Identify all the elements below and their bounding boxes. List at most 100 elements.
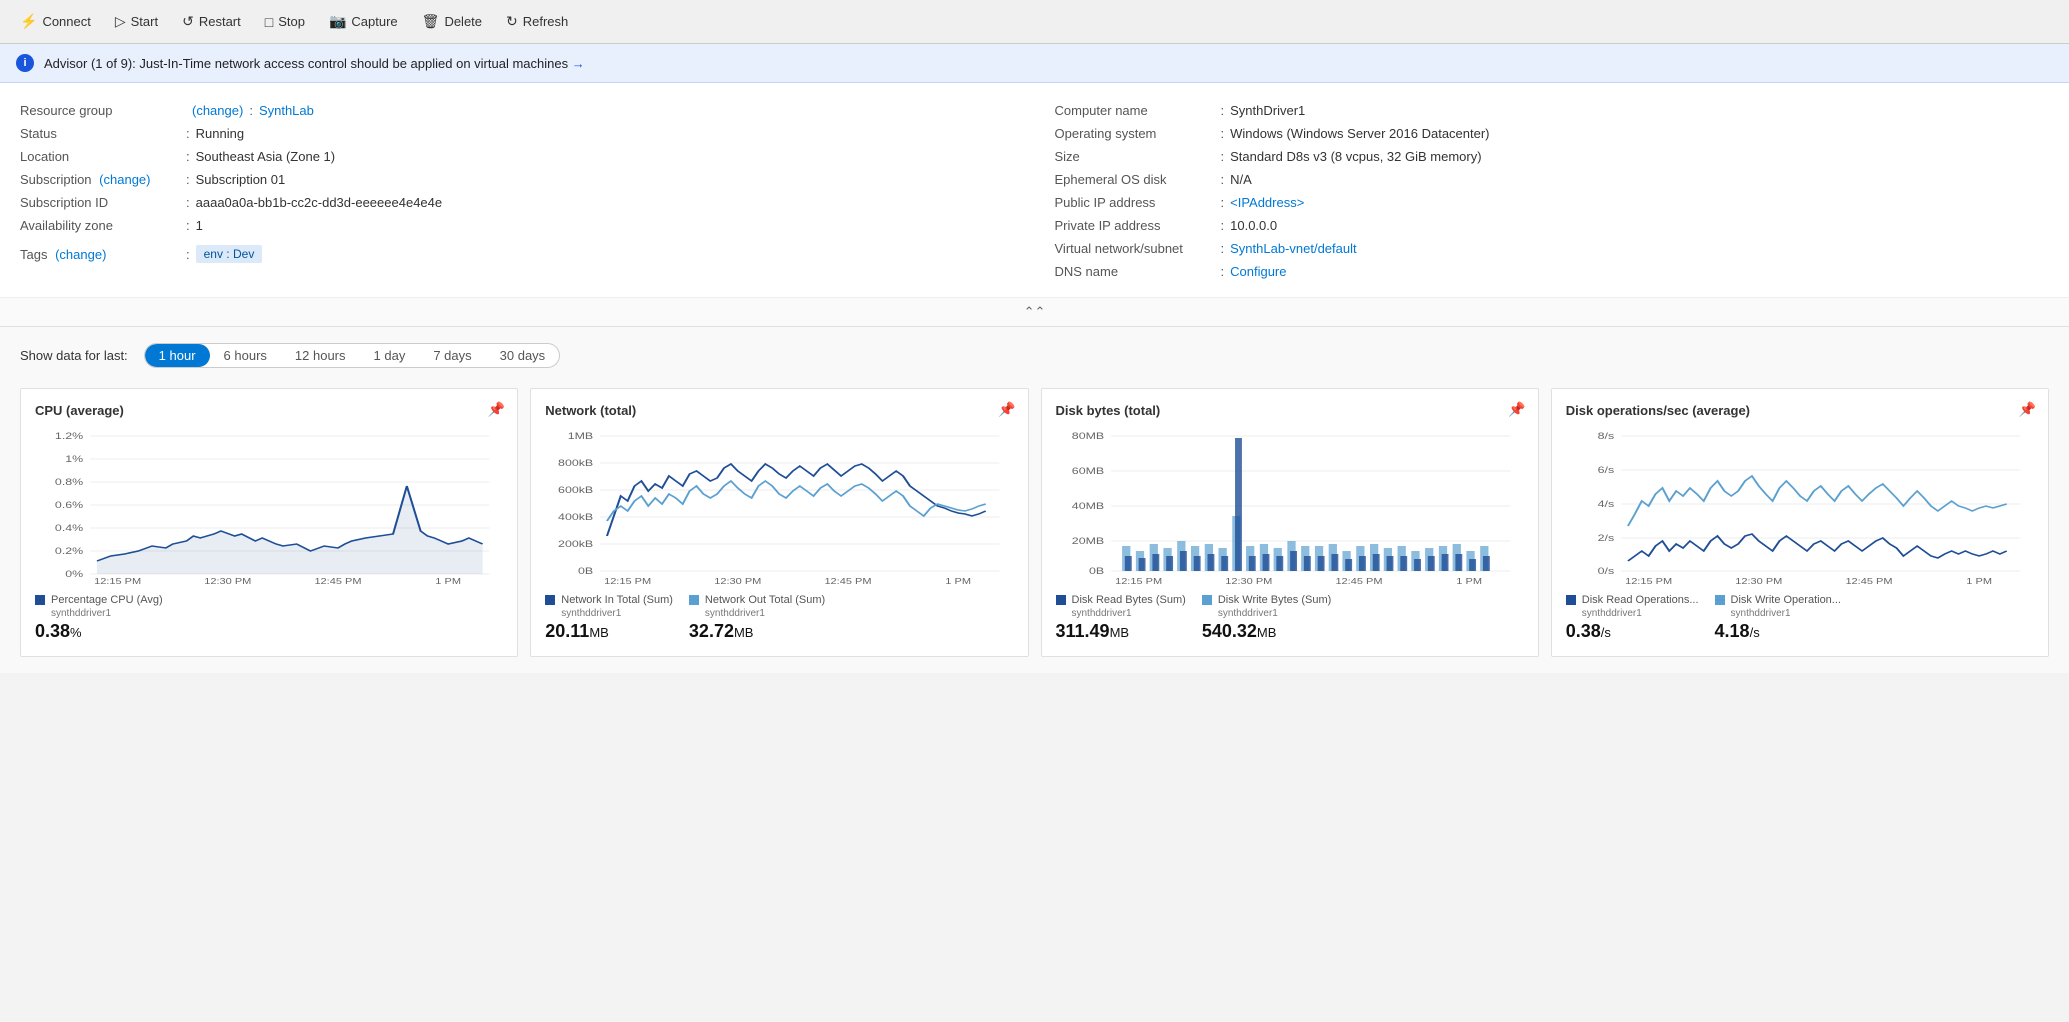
- subscription-label: Subscription (change): [20, 172, 180, 187]
- disk-write-bytes-legend: Disk Write Bytes (Sum) synthddriver1 540…: [1202, 594, 1331, 642]
- subscription-row: Subscription (change) : Subscription 01: [20, 172, 1015, 187]
- time-pill-1hour[interactable]: 1 hour: [145, 344, 210, 367]
- svg-text:1 PM: 1 PM: [435, 577, 461, 586]
- network-chart-area: 1MB 800kB 600kB 400kB 200kB 0B 12:15 PM …: [545, 426, 1013, 586]
- svg-text:1 PM: 1 PM: [1966, 577, 1992, 586]
- svg-text:40MB: 40MB: [1071, 502, 1103, 512]
- svg-text:12:15 PM: 12:15 PM: [94, 577, 141, 586]
- public-ip-value[interactable]: <IPAddress>: [1230, 195, 1304, 210]
- subscription-value: Subscription 01: [196, 172, 286, 187]
- private-ip-row: Private IP address : 10.0.0.0: [1055, 218, 2050, 233]
- svg-text:12:45 PM: 12:45 PM: [314, 577, 361, 586]
- capture-button[interactable]: 📷 Capture: [319, 8, 408, 35]
- resource-group-label: Resource group: [20, 103, 180, 118]
- resource-group-value[interactable]: SynthLab: [259, 103, 314, 118]
- cpu-pin-icon[interactable]: 📌: [488, 401, 505, 418]
- stop-button[interactable]: □ Stop: [255, 9, 315, 35]
- svg-text:12:15 PM: 12:15 PM: [1625, 577, 1672, 586]
- location-row: Location : Southeast Asia (Zone 1): [20, 149, 1015, 164]
- disk-bytes-chart-footer: Disk Read Bytes (Sum) synthddriver1 311.…: [1056, 594, 1524, 642]
- start-button[interactable]: ▷ Start: [105, 8, 168, 35]
- svg-text:4/s: 4/s: [1597, 500, 1614, 510]
- subscription-change-link[interactable]: (change): [99, 172, 150, 187]
- svg-text:0.4%: 0.4%: [55, 524, 84, 534]
- disk-bytes-pin-icon[interactable]: 📌: [1508, 401, 1525, 418]
- advisor-link[interactable]: →: [572, 56, 585, 71]
- disk-write-label: Disk Write Bytes (Sum): [1218, 594, 1331, 606]
- svg-text:0.6%: 0.6%: [55, 501, 84, 511]
- connect-icon: ⚡: [20, 13, 37, 30]
- collapse-bar[interactable]: ⌃⌃: [0, 297, 2069, 326]
- svg-text:1 PM: 1 PM: [946, 577, 972, 586]
- cpu-chart-title: CPU (average): [35, 403, 503, 418]
- size-row: Size : Standard D8s v3 (8 vcpus, 32 GiB …: [1055, 149, 2050, 164]
- vnet-value[interactable]: SynthLab-vnet/default: [1230, 241, 1356, 256]
- svg-text:200kB: 200kB: [558, 540, 593, 550]
- svg-text:0.8%: 0.8%: [55, 478, 84, 488]
- disk-write-ops-legend: Disk Write Operation... synthddriver1 4.…: [1715, 594, 1841, 642]
- show-data-label: Show data for last:: [20, 348, 128, 363]
- subscription-id-row: Subscription ID : aaaa0a0a-bb1b-cc2c-dd3…: [20, 195, 1015, 210]
- svg-text:12:30 PM: 12:30 PM: [1225, 577, 1272, 586]
- svg-text:12:45 PM: 12:45 PM: [825, 577, 872, 586]
- time-pill-1day[interactable]: 1 day: [360, 344, 420, 367]
- tags-change-link[interactable]: (change): [55, 247, 106, 262]
- svg-text:12:45 PM: 12:45 PM: [1845, 577, 1892, 586]
- network-out-legend: Network Out Total (Sum) synthddriver1 32…: [689, 594, 825, 642]
- svg-text:1%: 1%: [65, 455, 83, 465]
- connect-button[interactable]: ⚡ Connect: [10, 8, 101, 35]
- cpu-legend-swatch: [35, 595, 45, 605]
- disk-write-ops-sublabel: synthddriver1: [1731, 608, 1841, 619]
- status-label: Status: [20, 126, 180, 141]
- cpu-legend-item: Percentage CPU (Avg) synthddriver1 0.38%: [35, 594, 163, 642]
- svg-text:0B: 0B: [1089, 567, 1104, 577]
- network-chart-footer: Network In Total (Sum) synthddriver1 20.…: [545, 594, 1013, 642]
- availability-zone-label: Availability zone: [20, 218, 180, 233]
- disk-write-sublabel: synthddriver1: [1218, 608, 1331, 619]
- time-pill-6hours[interactable]: 6 hours: [210, 344, 281, 367]
- svg-text:800kB: 800kB: [558, 459, 593, 469]
- subscription-id-value: aaaa0a0a-bb1b-cc2c-dd3d-eeeeee4e4e4e: [196, 195, 443, 210]
- disk-ops-chart-title: Disk operations/sec (average): [1566, 403, 2034, 418]
- resource-group-change-link[interactable]: (change): [192, 103, 243, 118]
- restart-icon: ↺: [182, 13, 194, 30]
- public-ip-label: Public IP address: [1055, 195, 1215, 210]
- svg-text:2/s: 2/s: [1597, 534, 1614, 544]
- disk-read-ops-swatch: [1566, 595, 1576, 605]
- public-ip-row: Public IP address : <IPAddress>: [1055, 195, 2050, 210]
- info-left-col: Resource group (change) : SynthLab Statu…: [20, 103, 1015, 287]
- svg-text:0/s: 0/s: [1597, 567, 1614, 577]
- disk-write-ops-label: Disk Write Operation...: [1731, 594, 1841, 606]
- disk-write-value: 540.32MB: [1202, 621, 1331, 642]
- svg-text:12:30 PM: 12:30 PM: [1735, 577, 1782, 586]
- svg-text:20MB: 20MB: [1071, 537, 1103, 547]
- delete-button[interactable]: 🗑 Delete: [412, 8, 492, 35]
- availability-zone-row: Availability zone : 1: [20, 218, 1015, 233]
- svg-text:600kB: 600kB: [558, 486, 593, 496]
- disk-read-ops-sublabel: synthddriver1: [1582, 608, 1699, 619]
- capture-icon: 📷: [329, 13, 346, 30]
- subscription-id-label: Subscription ID: [20, 195, 180, 210]
- time-pill-7days[interactable]: 7 days: [419, 344, 485, 367]
- cpu-legend-value: 0.38%: [35, 621, 163, 642]
- delete-icon: 🗑: [422, 13, 440, 30]
- disk-read-ops-value: 0.38/s: [1566, 621, 1699, 642]
- stop-icon: □: [265, 14, 273, 30]
- advisor-banner: i Advisor (1 of 9): Just-In-Time network…: [0, 44, 2069, 83]
- ephemeral-row: Ephemeral OS disk : N/A: [1055, 172, 2050, 187]
- disk-ops-pin-icon[interactable]: 📌: [2019, 401, 2036, 418]
- size-label: Size: [1055, 149, 1215, 164]
- os-row: Operating system : Windows (Windows Serv…: [1055, 126, 2050, 141]
- time-pill-12hours[interactable]: 12 hours: [281, 344, 360, 367]
- dns-value[interactable]: Configure: [1230, 264, 1286, 279]
- os-label: Operating system: [1055, 126, 1215, 141]
- time-pill-30days[interactable]: 30 days: [486, 344, 560, 367]
- svg-text:80MB: 80MB: [1071, 432, 1103, 442]
- network-in-value: 20.11MB: [545, 621, 673, 642]
- svg-text:60MB: 60MB: [1071, 467, 1103, 477]
- network-out-value: 32.72MB: [689, 621, 825, 642]
- status-value: Running: [196, 126, 244, 141]
- network-pin-icon[interactable]: 📌: [998, 401, 1015, 418]
- refresh-button[interactable]: ↻ Refresh: [496, 8, 578, 35]
- restart-button[interactable]: ↺ Restart: [172, 8, 251, 35]
